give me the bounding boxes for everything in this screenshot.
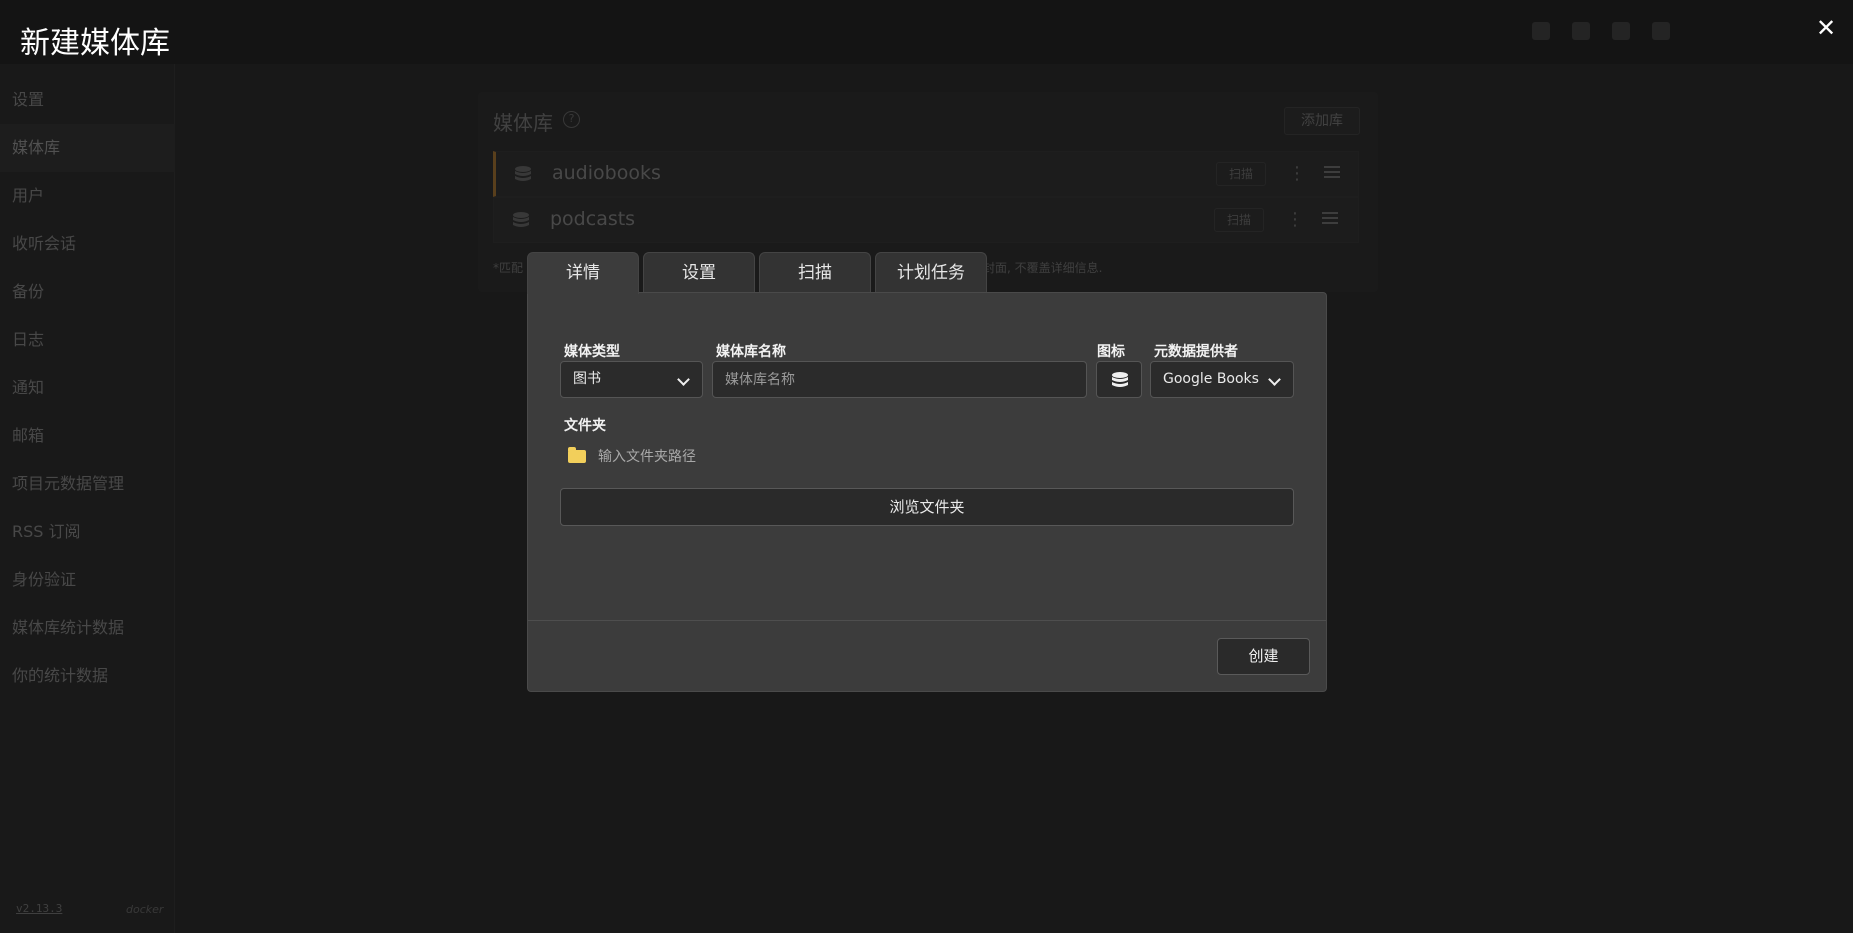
tab-details[interactable]: 详情 bbox=[527, 252, 639, 294]
metadata-provider-label: 元数据提供者 bbox=[1154, 344, 1238, 360]
icon-label: 图标 bbox=[1097, 344, 1125, 360]
media-type-label: 媒体类型 bbox=[564, 344, 620, 360]
folder-icon bbox=[568, 447, 586, 463]
close-icon[interactable]: ✕ bbox=[1812, 14, 1840, 42]
library-name-input[interactable] bbox=[712, 361, 1087, 398]
library-name-label: 媒体库名称 bbox=[716, 344, 786, 360]
database-icon bbox=[1112, 372, 1128, 387]
metadata-provider-value: Google Books bbox=[1163, 371, 1259, 387]
tab-schedule[interactable]: 计划任务 bbox=[875, 252, 987, 292]
icon-picker-button[interactable] bbox=[1096, 361, 1142, 398]
folder-path-input[interactable] bbox=[598, 447, 998, 467]
modal-footer-divider bbox=[528, 620, 1326, 621]
folders-label: 文件夹 bbox=[564, 418, 606, 434]
media-type-select[interactable]: 图书 bbox=[560, 361, 703, 398]
modal-title: 新建媒体库 bbox=[20, 26, 170, 61]
create-button[interactable]: 创建 bbox=[1217, 638, 1310, 675]
tab-settings[interactable]: 设置 bbox=[643, 252, 755, 292]
browse-folders-button[interactable]: 浏览文件夹 bbox=[560, 488, 1294, 526]
chevron-down-icon bbox=[677, 373, 690, 386]
chevron-down-icon bbox=[1268, 373, 1281, 386]
tab-scanner[interactable]: 扫描 bbox=[759, 252, 871, 292]
metadata-provider-select[interactable]: Google Books bbox=[1150, 361, 1294, 398]
media-type-value: 图书 bbox=[573, 371, 601, 387]
